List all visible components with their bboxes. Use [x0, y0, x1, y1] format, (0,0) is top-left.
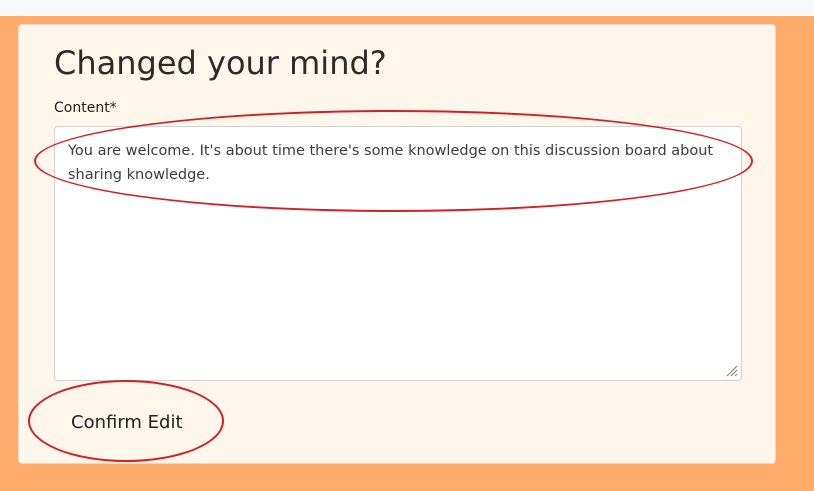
page-title: Changed your mind? [54, 44, 387, 82]
content-textarea[interactable]: You are welcome. It's about time there's… [54, 126, 742, 381]
confirm-edit-button[interactable]: Confirm Edit [54, 400, 204, 444]
page: Changed your mind? Content* You are welc… [0, 0, 814, 491]
content-label: Content* [54, 100, 117, 116]
